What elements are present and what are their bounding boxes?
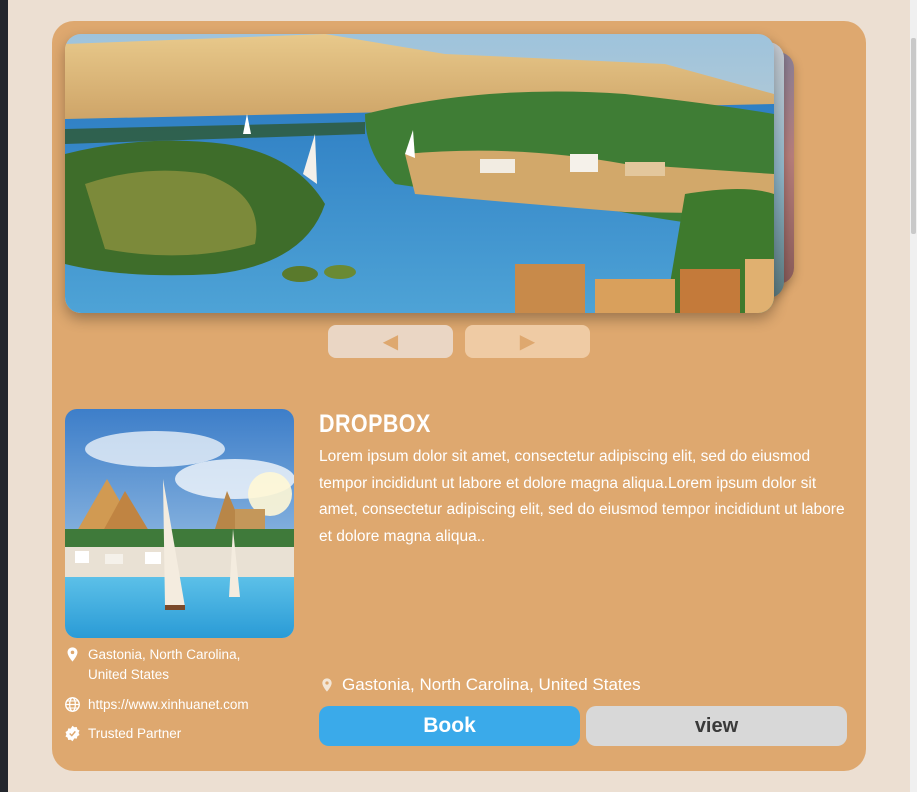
carousel-next-button[interactable]: ▶ — [465, 325, 590, 358]
triangle-left-icon: ◀ — [382, 331, 399, 353]
listing-thumbnail — [65, 409, 294, 638]
thumbnail-location: Gastonia, North Carolina, United States — [64, 645, 240, 685]
listing-location: Gastonia, North Carolina, United States — [319, 675, 641, 695]
nile-landscape-image — [65, 34, 774, 313]
badge-check-icon — [65, 725, 80, 742]
location-line-2: United States — [88, 667, 170, 682]
book-button[interactable]: Book — [319, 706, 580, 746]
pyramids-nile-image — [65, 409, 294, 638]
listing-description: Lorem ipsum dolor sit amet, consectetur … — [319, 448, 845, 545]
location-pin-icon — [67, 647, 78, 662]
triangle-right-icon: ▶ — [519, 331, 536, 353]
scrollbar-thumb[interactable] — [911, 38, 916, 234]
website-link[interactable]: https://www.xinhuanet.com — [88, 695, 249, 715]
location-pin-icon — [322, 678, 332, 692]
trusted-partner-label: Trusted Partner — [88, 726, 182, 741]
scrollbar[interactable] — [910, 0, 917, 792]
location-line-1: Gastonia, North Carolina, — [88, 647, 241, 662]
view-button[interactable]: view — [586, 706, 847, 746]
website-row[interactable]: https://www.xinhuanet.com — [64, 695, 249, 715]
window-edge — [0, 0, 8, 792]
carousel-main-image — [65, 34, 774, 313]
listing-location-text: Gastonia, North Carolina, United States — [342, 675, 641, 694]
carousel-prev-button[interactable]: ◀ — [328, 325, 453, 358]
trusted-partner-row: Trusted Partner — [64, 724, 181, 744]
listing-title: DROPBOX — [319, 410, 431, 438]
globe-icon — [65, 697, 80, 712]
